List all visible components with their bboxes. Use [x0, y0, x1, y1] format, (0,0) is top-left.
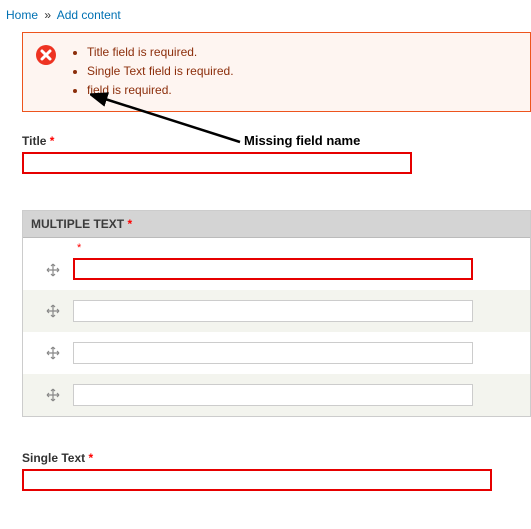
multiple-row: [23, 290, 530, 332]
breadcrumb-home[interactable]: Home: [6, 8, 38, 22]
multiple-text-wrapper: MULTIPLE TEXT * *: [22, 210, 531, 417]
error-messages: Title field is required. Single Text fie…: [22, 32, 531, 112]
error-item: Title field is required.: [87, 43, 234, 62]
required-mark: *: [50, 134, 55, 148]
multiple-input-3[interactable]: [73, 384, 473, 406]
multiple-text-header: MULTIPLE TEXT *: [23, 211, 530, 238]
error-icon: [35, 44, 57, 69]
drag-handle-icon[interactable]: [46, 304, 60, 321]
multiple-input-2[interactable]: [73, 342, 473, 364]
multiple-row: *: [23, 238, 530, 290]
breadcrumb-sep: »: [44, 8, 51, 22]
required-mark: *: [127, 217, 132, 231]
annotation-label: Missing field name: [244, 133, 360, 148]
single-text-wrapper: Single Text *: [22, 451, 531, 491]
error-list: Title field is required. Single Text fie…: [87, 43, 234, 101]
breadcrumb: Home » Add content: [0, 0, 531, 32]
multiple-input-0[interactable]: [73, 258, 473, 280]
error-item: Single Text field is required.: [87, 62, 234, 81]
single-text-input[interactable]: [22, 469, 492, 491]
multiple-header-text: MULTIPLE TEXT: [31, 217, 124, 231]
multiple-input-1[interactable]: [73, 300, 473, 322]
single-text-label-text: Single Text: [22, 451, 85, 465]
breadcrumb-add-content[interactable]: Add content: [57, 8, 121, 22]
drag-handle-icon[interactable]: [46, 388, 60, 405]
single-text-label: Single Text *: [22, 451, 531, 465]
required-mark: *: [77, 242, 81, 254]
multiple-row: [23, 374, 530, 416]
multiple-row: [23, 332, 530, 374]
error-item: field is required.: [87, 81, 234, 100]
required-mark: *: [88, 451, 93, 465]
drag-handle-icon[interactable]: [46, 346, 60, 363]
title-input[interactable]: [22, 152, 412, 174]
title-label-text: Title: [22, 134, 46, 148]
drag-handle-icon[interactable]: [46, 263, 60, 280]
